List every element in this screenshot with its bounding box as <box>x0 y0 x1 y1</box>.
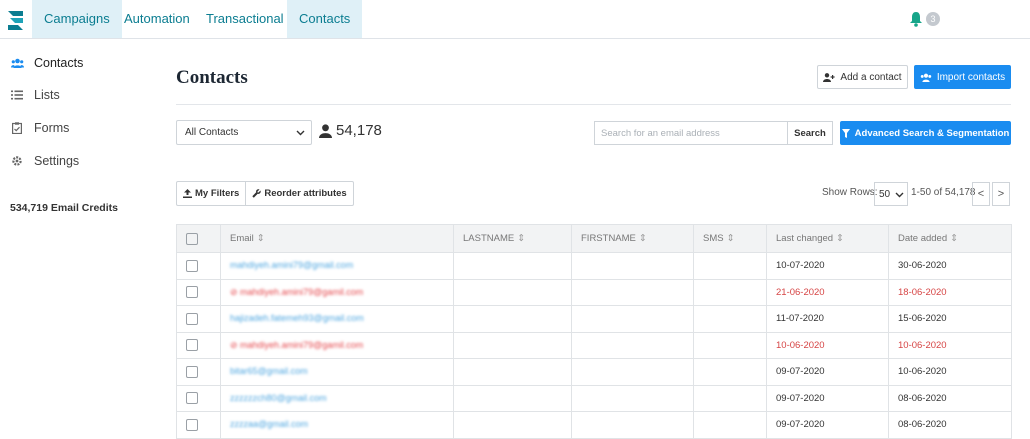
table-row[interactable]: ⊘ mahdiyeh.amini79@gamil.com 21-06-2020 … <box>176 278 1012 306</box>
tab-transactional[interactable]: Transactional <box>194 0 296 38</box>
upload-icon <box>183 189 192 198</box>
row-checkbox[interactable] <box>186 259 198 272</box>
advanced-search-button[interactable]: Advanced Search & Segmentation <box>840 121 1011 145</box>
sort-icon: ⇕ <box>638 233 647 244</box>
last-changed-cell: 11-07-2020 <box>766 305 889 333</box>
sort-icon: ⇕ <box>950 233 959 244</box>
last-changed-cell: 10-06-2020 <box>766 331 889 359</box>
user-plus-icon <box>823 72 836 82</box>
column-header-last-changed[interactable]: Last changed ⇕ <box>766 224 889 253</box>
rows-per-page-select[interactable]: 50 <box>874 182 908 206</box>
email-credits: 534,719 Email Credits <box>10 202 118 214</box>
prev-page-button[interactable]: < <box>972 182 990 206</box>
contact-email-link[interactable]: mahdiyeh.amini79@gmail.com <box>230 260 353 270</box>
gear-icon <box>10 154 24 168</box>
sidebar: Contacts Lists Forms Settings 534,719 Em… <box>0 40 150 438</box>
sidebar-item-label: Contacts <box>34 56 84 70</box>
column-header-firstname[interactable]: FIRSTNAME ⇕ <box>571 224 694 253</box>
date-added-cell: 08-06-2020 <box>888 411 1012 439</box>
table-row[interactable]: hajizadeh.fatemeh93@gmail.com 11-07-2020… <box>176 305 1012 333</box>
add-contact-button[interactable]: Add a contact <box>817 65 908 89</box>
tab-contacts[interactable]: Contacts <box>287 0 363 38</box>
search-input[interactable]: Search for an email address <box>594 121 787 145</box>
select-all-checkbox[interactable] <box>186 232 198 245</box>
last-changed-cell: 09-07-2020 <box>766 384 889 412</box>
chevron-down-icon <box>296 130 305 136</box>
bell-icon[interactable] <box>909 11 923 27</box>
wrench-icon <box>252 189 262 198</box>
date-added-cell: 15-06-2020 <box>888 305 1012 333</box>
sort-icon: ⇕ <box>726 233 735 244</box>
column-header-email[interactable]: Email ⇕ <box>220 224 454 253</box>
sidebar-item-forms[interactable]: Forms <box>10 118 69 138</box>
sidebar-item-lists[interactable]: Lists <box>10 85 60 105</box>
clipboard-icon <box>10 121 24 135</box>
column-header-sms[interactable]: SMS ⇕ <box>693 224 767 253</box>
sidebar-item-label: Forms <box>34 121 70 135</box>
last-changed-cell: 09-07-2020 <box>766 358 889 386</box>
last-changed-cell: 21-06-2020 <box>766 278 889 306</box>
date-added-cell: 10-06-2020 <box>888 358 1012 386</box>
select-all-checkbox-cell[interactable] <box>176 224 221 253</box>
table-row[interactable]: bitar65@gmail.com 09-07-2020 10-06-2020 <box>176 358 1012 386</box>
last-changed-cell: 10-07-2020 <box>766 252 889 280</box>
contacts-table: Email ⇕ LASTNAME ⇕ FIRSTNAME ⇕ SMS ⇕ Last ch… <box>176 224 1012 439</box>
contact-count: 54,178 <box>319 122 382 139</box>
last-changed-cell: 09-07-2020 <box>766 411 889 439</box>
table-row[interactable]: mahdiyeh.amini79@gmail.com 10-07-2020 30… <box>176 252 1012 280</box>
sidebar-item-label: Settings <box>34 154 80 168</box>
sidebar-item-settings[interactable]: Settings <box>10 151 79 171</box>
filter-icon <box>841 128 850 138</box>
users-icon <box>920 73 932 82</box>
chevron-down-icon <box>895 192 904 198</box>
contact-email-link[interactable]: hajizadeh.fatemeh93@gmail.com <box>230 313 364 323</box>
my-filters-button[interactable]: My Filters <box>177 182 245 205</box>
list-icon <box>10 88 24 102</box>
contact-email-link[interactable]: zzzzzzch80@gmail.com <box>230 393 327 403</box>
row-checkbox[interactable] <box>186 286 198 299</box>
users-icon <box>10 56 24 70</box>
table-row[interactable]: zzzzaa@gmail.com 09-07-2020 08-06-2020 <box>176 411 1012 439</box>
column-header-lastname[interactable]: LASTNAME ⇕ <box>453 224 572 253</box>
tab-campaigns[interactable]: Campaigns <box>32 0 122 38</box>
contact-email-link[interactable]: bitar65@gmail.com <box>230 366 308 376</box>
show-rows-label: Show Rows: <box>822 187 878 198</box>
search-button[interactable]: Search <box>787 121 833 145</box>
row-checkbox[interactable] <box>186 312 198 325</box>
row-checkbox[interactable] <box>186 392 198 405</box>
notification-badge[interactable]: 3 <box>926 12 940 26</box>
column-header-date-added[interactable]: Date added ⇕ <box>888 224 1012 253</box>
sort-icon: ⇕ <box>256 233 265 244</box>
table-row[interactable]: zzzzzzch80@gmail.com 09-07-2020 08-06-20… <box>176 384 1012 412</box>
pagination-range: 1-50 of 54,178 <box>911 187 976 198</box>
brand-logo-icon[interactable] <box>7 9 25 31</box>
contact-email-link[interactable]: ⊘ mahdiyeh.amini79@gamil.com <box>230 287 363 297</box>
date-added-cell: 08-06-2020 <box>888 384 1012 412</box>
sort-icon: ⇕ <box>517 233 526 244</box>
contact-email-link[interactable]: zzzzaa@gmail.com <box>230 419 308 429</box>
row-checkbox[interactable] <box>186 339 198 352</box>
table-row[interactable]: ⊘ mahdiyeh.amini79@gamil.com 10-06-2020 … <box>176 331 1012 359</box>
row-checkbox[interactable] <box>186 365 198 378</box>
sidebar-item-contacts[interactable]: Contacts <box>10 53 83 73</box>
date-added-cell: 10-06-2020 <box>888 331 1012 359</box>
divider <box>176 104 1011 105</box>
top-nav: Campaigns Automation Transactional Conta… <box>0 0 1030 39</box>
reorder-attributes-button[interactable]: Reorder attributes <box>245 182 352 205</box>
import-contacts-button[interactable]: Import contacts <box>914 65 1011 89</box>
sidebar-item-label: Lists <box>34 88 60 102</box>
page-title: Contacts <box>176 67 248 88</box>
contact-email-link[interactable]: ⊘ mahdiyeh.amini79@gamil.com <box>230 340 363 350</box>
date-added-cell: 18-06-2020 <box>888 278 1012 306</box>
user-icon <box>319 123 332 138</box>
date-added-cell: 30-06-2020 <box>888 252 1012 280</box>
sort-icon: ⇕ <box>836 233 845 244</box>
next-page-button[interactable]: > <box>992 182 1010 206</box>
table-header-row: Email ⇕ LASTNAME ⇕ FIRSTNAME ⇕ SMS ⇕ Last ch… <box>176 224 1012 253</box>
tab-automation[interactable]: Automation <box>112 0 202 38</box>
row-checkbox[interactable] <box>186 418 198 431</box>
list-select[interactable]: All Contacts <box>176 120 312 145</box>
filter-toolbar: My Filters Reorder attributes <box>176 181 354 206</box>
